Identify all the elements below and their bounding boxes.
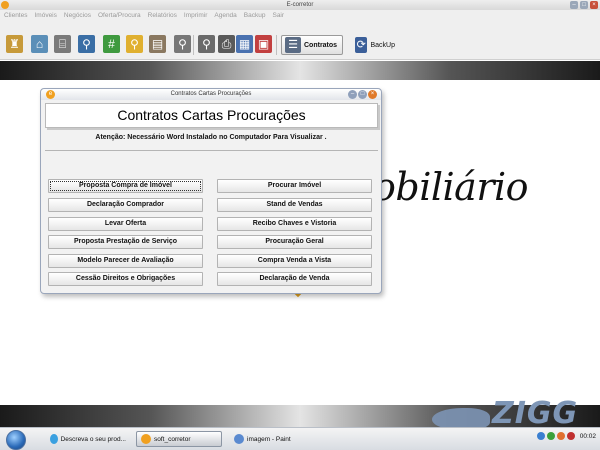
toolbar: ♜ ⌂ ⌸ ⚲ # ⚲ ▤ ⚲ ⚲ ⎙ ▦ ▣ ☰ Contratos ⟳ Ba… xyxy=(0,21,600,60)
dialog-heading: Contratos Cartas Procurações xyxy=(117,107,306,123)
compra-venda-vista-button[interactable]: Compra Venda a Vista xyxy=(217,254,372,268)
update-icon[interactable] xyxy=(556,432,565,440)
declaracao-de-venda-button[interactable]: Declaração de Venda xyxy=(217,272,372,286)
paint-icon xyxy=(234,434,244,444)
modelo-parecer-avaliacao-button[interactable]: Modelo Parecer de Avaliação xyxy=(48,254,203,268)
security-icon[interactable] xyxy=(546,432,555,440)
proposta-prestacao-servico-button[interactable]: Proposta Prestação de Serviço xyxy=(48,235,203,249)
contracts-icon: ☰ xyxy=(285,37,301,53)
window-title: E-corretor xyxy=(286,2,314,8)
toolbar-separator xyxy=(193,35,194,55)
document-icon[interactable]: ▣ xyxy=(255,35,272,53)
dialog-header: Contratos Cartas Procurações xyxy=(45,103,378,128)
backup-label: BackUp xyxy=(370,41,395,49)
window-controls: – □ × xyxy=(570,1,598,9)
background-logo-text: obiliário xyxy=(373,165,529,209)
grid-icon[interactable]: # xyxy=(103,35,120,53)
contratos-label: Contratos xyxy=(304,41,338,49)
chart-icon[interactable]: ▦ xyxy=(236,35,253,53)
proposta-compra-imovel-button[interactable]: Proposta Compra de Imóvel xyxy=(48,179,203,193)
stand-de-vendas-button[interactable]: Stand de Vendas xyxy=(217,198,372,212)
person-icon[interactable]: ♜ xyxy=(6,35,23,53)
taskbar: Descreva o seu prod... soft_corretor ima… xyxy=(0,427,600,450)
antivirus-icon[interactable] xyxy=(566,432,575,440)
taskbar-item-paint[interactable]: imagem - Paint xyxy=(230,431,314,447)
word-required-notice: Atenção: Necessário Word Instalado no Co… xyxy=(95,134,327,141)
dialog-titlebar: e Contratos Cartas Procurações – □ × xyxy=(41,89,381,100)
screen: E-corretor – □ × Clientes Imóveis Negóci… xyxy=(0,0,600,450)
menu-relatorios[interactable]: Relatórios xyxy=(148,10,177,21)
window-titlebar: E-corretor – □ × xyxy=(0,0,600,10)
dialog-divider xyxy=(45,150,378,151)
dialog-title: Contratos Cartas Procurações xyxy=(170,91,252,97)
procuracao-geral-button[interactable]: Procuração Geral xyxy=(217,235,372,249)
menu-imprimir[interactable]: Imprimir xyxy=(184,10,207,21)
watermark-text: ZIGG xyxy=(492,396,579,431)
menu-backup[interactable]: Backup xyxy=(244,10,266,21)
minimize-button[interactable]: – xyxy=(570,1,578,9)
browser-icon xyxy=(50,434,58,444)
clock: 00:02 xyxy=(579,432,596,440)
taskbar-item-label: Descreva o seu prod... xyxy=(60,435,126,443)
app-icon xyxy=(141,434,151,444)
zoom-icon[interactable]: ⚲ xyxy=(198,35,215,53)
dialog-controls: – □ × xyxy=(348,90,377,99)
menubar: Clientes Imóveis Negócios Oferta/Procura… xyxy=(0,10,600,21)
system-tray: 00:02 xyxy=(535,432,596,440)
procurar-imovel-button[interactable]: Procurar Imóvel xyxy=(217,179,372,193)
menu-oferta-procura[interactable]: Oferta/Procura xyxy=(98,10,141,21)
menu-imoveis[interactable]: Imóveis xyxy=(34,10,56,21)
levar-oferta-button[interactable]: Levar Oferta xyxy=(48,217,203,231)
taskbar-item-soft-corretor[interactable]: soft_corretor xyxy=(136,431,222,447)
contratos-dialog: e Contratos Cartas Procurações – □ × Con… xyxy=(40,88,382,294)
declaracao-comprador-button[interactable]: Declaração Comprador xyxy=(48,198,203,212)
menu-negocios[interactable]: Negócios xyxy=(64,10,91,21)
menu-agenda[interactable]: Agenda xyxy=(214,10,236,21)
menu-sair[interactable]: Sair xyxy=(272,10,284,21)
taskbar-item-label: soft_corretor xyxy=(154,435,191,443)
backup-icon: ⟳ xyxy=(355,37,368,53)
search-icon[interactable]: ⚲ xyxy=(174,35,191,53)
start-button[interactable] xyxy=(6,430,26,450)
bank-icon[interactable]: ⌸ xyxy=(54,35,71,53)
close-button[interactable]: × xyxy=(590,1,598,9)
taskbar-item-browser[interactable]: Descreva o seu prod... xyxy=(46,431,130,447)
contratos-button[interactable]: ☰ Contratos xyxy=(281,35,343,55)
recibo-chaves-vistoria-button[interactable]: Recibo Chaves e Vistoria xyxy=(217,217,372,231)
toolbar-separator xyxy=(276,35,277,55)
folder-icon[interactable]: ▤ xyxy=(149,35,166,53)
house-icon[interactable]: ⌂ xyxy=(31,35,48,53)
taskbar-item-label: imagem - Paint xyxy=(247,435,291,443)
magnifier-icon[interactable]: ⚲ xyxy=(126,35,143,53)
cessao-direitos-obrigacoes-button[interactable]: Cessão Direitos e Obrigações xyxy=(48,272,203,286)
dialog-close-button[interactable]: × xyxy=(368,90,377,99)
dialog-maximize-button[interactable]: □ xyxy=(358,90,367,99)
gradient-band-top xyxy=(0,61,600,80)
dialog-minimize-button[interactable]: – xyxy=(348,90,357,99)
menu-clientes[interactable]: Clientes xyxy=(4,10,27,21)
printer-icon[interactable]: ⎙ xyxy=(218,35,235,53)
building-search-icon[interactable]: ⚲ xyxy=(78,35,95,53)
backup-button[interactable]: ⟳ BackUp xyxy=(351,35,399,55)
network-icon[interactable] xyxy=(536,432,545,440)
maximize-button[interactable]: □ xyxy=(580,1,588,9)
